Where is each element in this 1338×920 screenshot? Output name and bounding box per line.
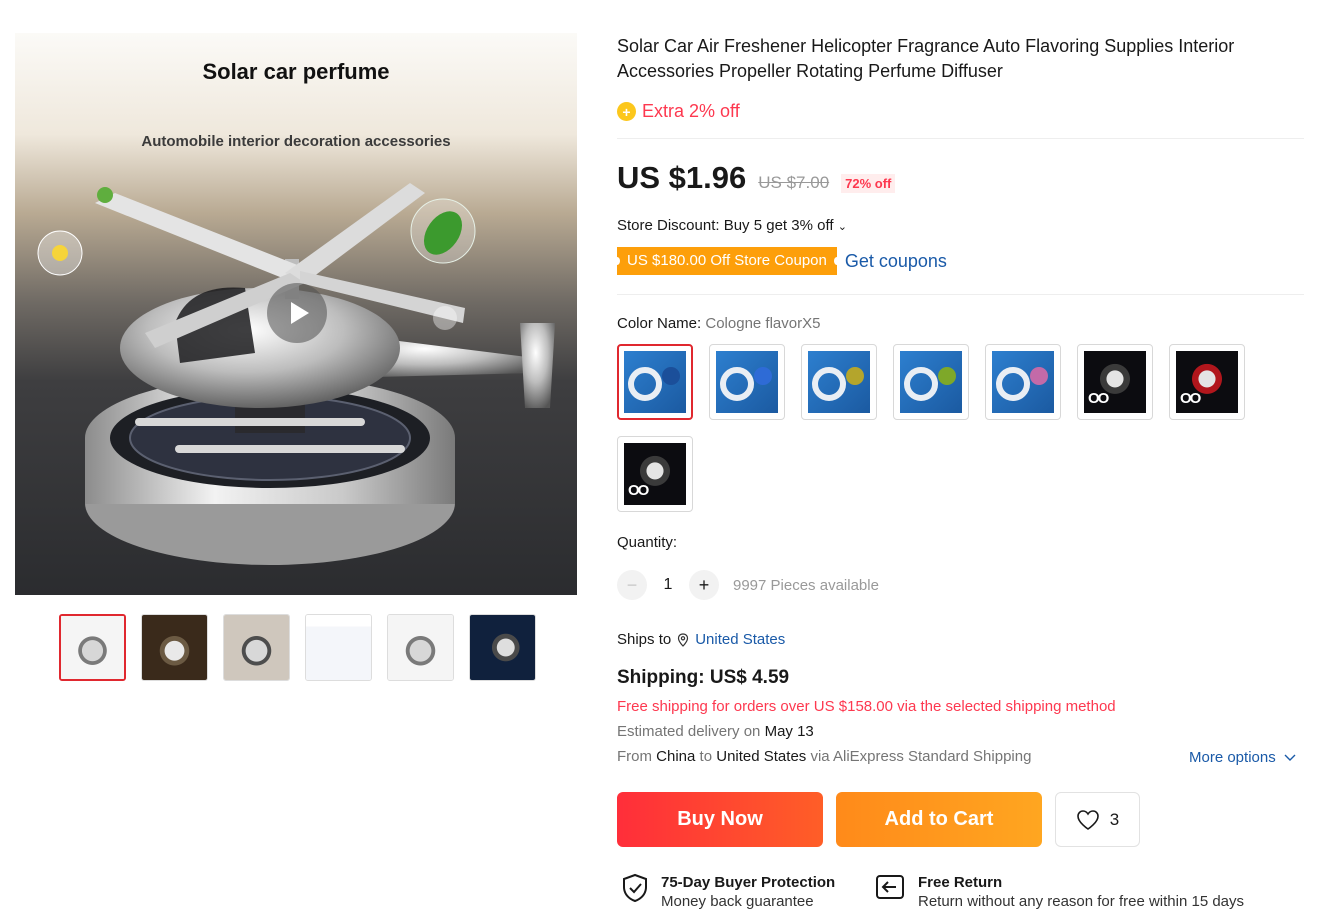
coupon-row: US $180.00 Off Store Coupon Get coupons <box>614 247 947 275</box>
chevron-down-icon: ⌄ <box>837 221 847 233</box>
hero-subtitle: Automobile interior decoration accessori… <box>141 133 451 150</box>
est-date: May 13 <box>764 723 814 740</box>
coin-plus-icon: + <box>617 102 636 121</box>
estimated-delivery: Estimated delivery on May 13 <box>617 723 814 740</box>
original-price: US $7.00 <box>758 173 830 192</box>
store-coupon-tag[interactable]: US $180.00 Off Store Coupon <box>614 247 840 275</box>
quantity-minus-button[interactable]: − <box>617 570 647 600</box>
via-label: via AliExpress Standard Shipping <box>810 748 1032 765</box>
thumbnail-warm[interactable] <box>141 614 208 681</box>
store-discount-label: Store Discount: Buy 5 get 3% off <box>617 217 834 234</box>
shipping-route: From China to United States via AliExpre… <box>617 748 1031 765</box>
divider <box>617 138 1304 139</box>
quantity-value[interactable]: 1 <box>661 576 675 594</box>
ships-to-country-link[interactable]: United States <box>695 631 785 648</box>
protection-title: 75-Day Buyer Protection <box>661 874 836 891</box>
current-price: US $1.96 <box>617 160 747 195</box>
thumbnail-bright[interactable] <box>223 614 290 681</box>
product-title: Solar Car Air Freshener Helicopter Fragr… <box>617 36 1235 81</box>
thumbnail-strip <box>59 614 536 681</box>
free-return: Free Return Return without any reason fo… <box>874 873 1244 911</box>
discount-badge: 72% off <box>841 174 896 193</box>
from-label: From <box>617 748 652 765</box>
get-coupons-link[interactable]: Get coupons <box>845 251 947 272</box>
color-label-text: Color Name: <box>617 315 702 332</box>
wishlist-button[interactable]: 3 <box>1055 792 1140 847</box>
hero-title: Solar car perfume <box>202 59 390 84</box>
thumbnail-dark[interactable] <box>469 614 536 681</box>
add-to-cart-button[interactable]: Add to Cart <box>836 792 1042 847</box>
play-icon <box>290 302 309 324</box>
color-swatch-1[interactable] <box>617 344 693 420</box>
quantity-label: Quantity: <box>617 534 678 551</box>
est-label: Estimated delivery on <box>617 723 761 740</box>
color-swatch-5[interactable] <box>985 344 1061 420</box>
to-label: to <box>699 748 713 765</box>
from-country: China <box>656 748 696 765</box>
pieces-available: 9997 Pieces available <box>733 576 879 594</box>
buy-now-button[interactable]: Buy Now <box>617 792 823 847</box>
return-box-icon <box>876 875 904 899</box>
more-options-link[interactable]: More options <box>1189 749 1296 766</box>
price-row: US $1.96 US $7.00 72% off <box>617 160 896 196</box>
wishlist-count: 3 <box>1109 809 1120 829</box>
ships-to: Ships to United States <box>617 631 785 648</box>
quantity-stepper: − 1 + 9997 Pieces available <box>617 570 879 600</box>
play-video-button[interactable] <box>267 283 327 343</box>
buyer-protection: 75-Day Buyer Protection Money back guara… <box>621 873 835 911</box>
free-shipping-note: Free shipping for orders over US $158.00… <box>617 698 1116 715</box>
return-title: Free Return <box>918 874 1003 891</box>
chevron-down-icon <box>1284 754 1296 761</box>
heart-icon <box>1076 809 1099 830</box>
color-swatch-4[interactable] <box>893 344 969 420</box>
ships-to-label: Ships to <box>617 631 672 648</box>
extra-discount: + Extra 2% off <box>617 101 740 122</box>
more-options-label: More options <box>1189 749 1276 766</box>
thumbnail-product[interactable] <box>387 614 454 681</box>
color-swatch-8[interactable]: OO <box>617 436 693 512</box>
color-swatch-3[interactable] <box>801 344 877 420</box>
shield-check-icon <box>623 873 647 903</box>
quantity-plus-button[interactable]: + <box>689 570 719 600</box>
color-swatch-2[interactable] <box>709 344 785 420</box>
to-country: United States <box>716 748 807 765</box>
selected-color-value: Cologne flavorX5 <box>705 315 821 332</box>
thumbnail-details[interactable] <box>305 614 372 681</box>
protection-desc: Money back guarantee <box>661 893 814 910</box>
return-desc: Return without any reason for free withi… <box>918 893 1245 910</box>
thumbnail-video[interactable] <box>59 614 126 681</box>
color-swatch-6[interactable]: OO <box>1077 344 1153 420</box>
main-product-image[interactable]: Solar car perfume Automobile interior de… <box>15 33 577 595</box>
store-discount-dropdown[interactable]: Store Discount: Buy 5 get 3% off ⌄ <box>617 217 847 234</box>
color-swatch-7[interactable]: OO <box>1169 344 1245 420</box>
location-pin-icon <box>678 632 689 647</box>
color-swatches: OO OO OO <box>617 344 1257 512</box>
extra-discount-label: Extra 2% off <box>642 101 740 121</box>
divider <box>617 294 1304 295</box>
shipping-cost: Shipping: US$ 4.59 <box>617 667 790 688</box>
color-name-label: Color Name: Cologne flavorX5 <box>617 315 820 332</box>
